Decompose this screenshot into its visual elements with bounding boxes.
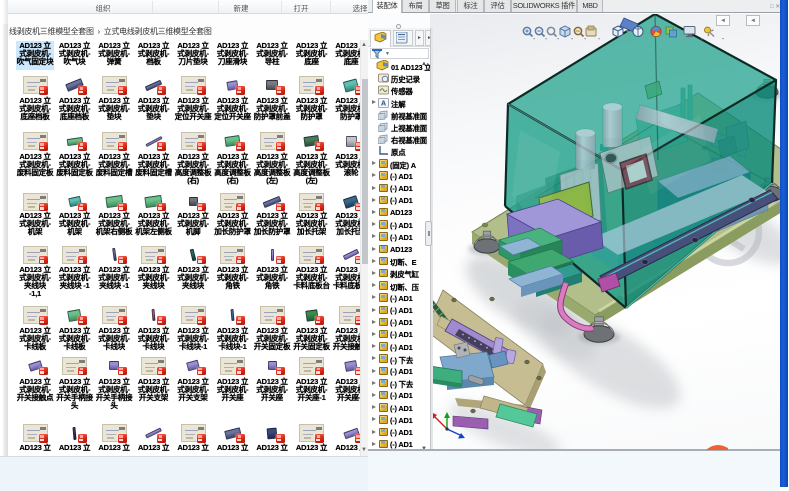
svg-text:A: A <box>381 100 386 107</box>
